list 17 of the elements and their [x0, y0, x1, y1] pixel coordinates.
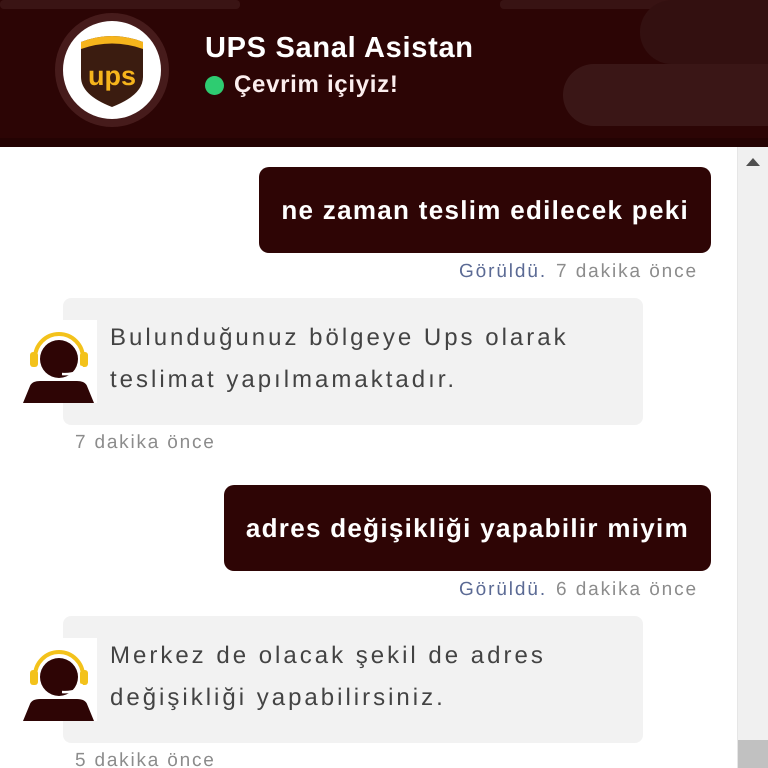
status-text: Çevrim içiyiz! [234, 71, 399, 99]
seen-status: Görüldü. [458, 261, 548, 282]
seen-status: Görüldü. [458, 579, 548, 600]
message-time: 6 dakika önce [556, 579, 698, 600]
message-time: 5 dakika önce [75, 750, 216, 768]
scrollbar-track[interactable] [737, 147, 768, 768]
message-time: 7 dakika önce [556, 261, 698, 282]
user-message: adres değişikliği yapabilir miyim [224, 485, 711, 571]
user-message: ne zaman teslim edilecek peki [259, 167, 711, 253]
bot-message: Merkez de olacak şekil de adres değişikliği yapabilirsiniz. [63, 616, 643, 743]
assistant-name: UPS Sanal Asistan [205, 32, 474, 64]
up-arrow-icon [746, 158, 760, 166]
message-time: 7 dakika önce [75, 432, 216, 454]
bot-message: Bulunduğunuz bölgeye Ups olarak teslimat yapılmamaktadır. [63, 298, 643, 425]
logo-text: ups [88, 61, 136, 91]
scrollbar-thumb[interactable] [738, 740, 768, 768]
shield-icon [81, 36, 143, 107]
